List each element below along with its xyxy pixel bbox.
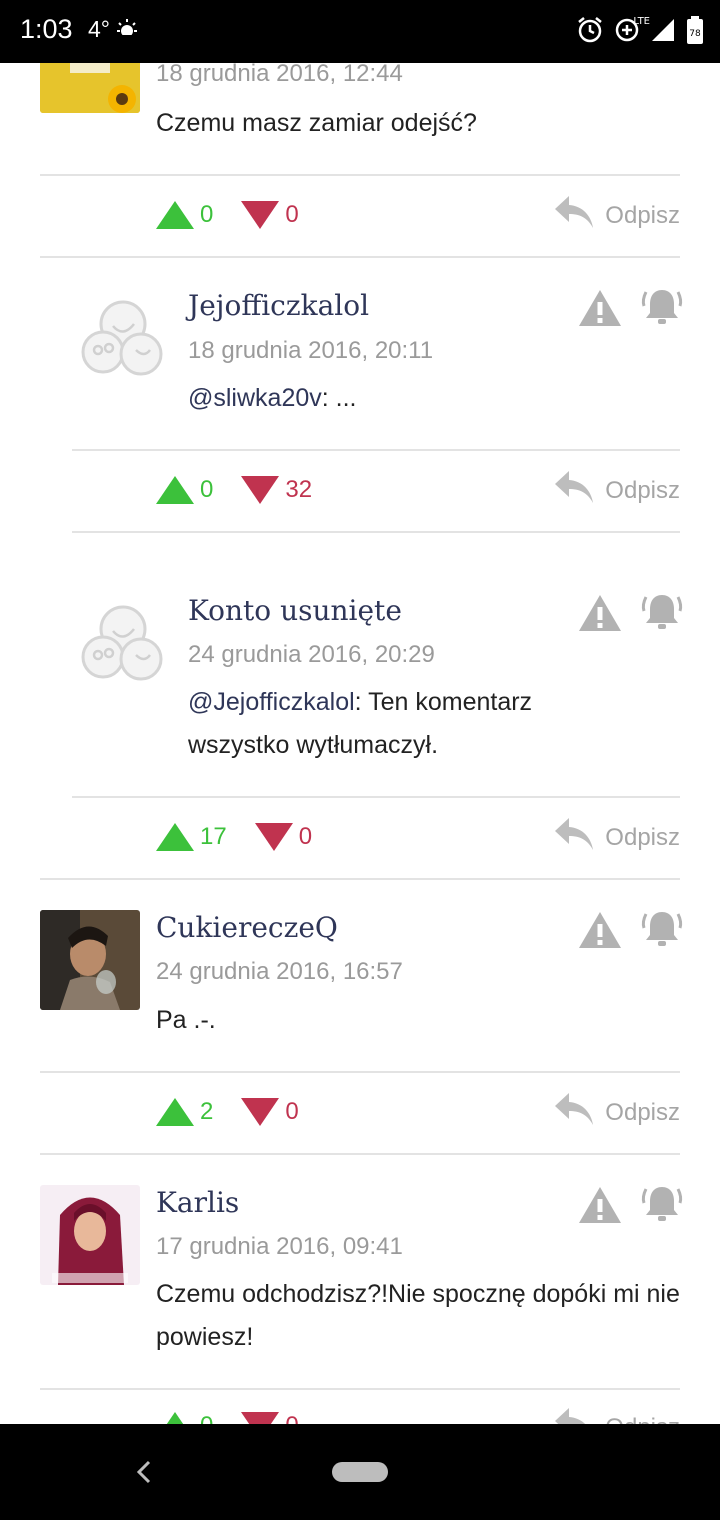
default-avatar-icon[interactable] (78, 298, 168, 388)
divider (40, 878, 680, 880)
reply-label: Odpisz (605, 476, 680, 504)
divider (40, 1071, 680, 1073)
comment-text: @sliwka20v: ... (188, 377, 688, 420)
report-warning-icon[interactable] (578, 593, 622, 633)
upvote-count: 17 (200, 823, 227, 850)
vote-bar: 0 32 (156, 476, 312, 504)
downvote-count: 0 (298, 823, 313, 850)
downvote-count: 0 (285, 201, 299, 228)
reply-button[interactable]: Odpisz (553, 469, 680, 512)
comment-text: Czemu odchodzisz?!Nie spocznę dopóki mi … (156, 1280, 680, 1351)
comment-date: 24 grudnia 2016, 20:29 (188, 641, 435, 668)
notification-bell-icon[interactable] (640, 908, 684, 948)
downvote-icon[interactable] (241, 476, 280, 504)
vote-bar: 17 0 (156, 823, 312, 851)
report-warning-icon[interactable] (578, 910, 622, 950)
reply-button[interactable]: Odpisz (553, 194, 680, 237)
reply-label: Odpisz (605, 823, 680, 851)
weather-sun-icon (114, 18, 140, 47)
divider (40, 174, 680, 176)
data-saver-icon (614, 17, 640, 48)
comment-username[interactable]: Konto usunięte (188, 594, 402, 627)
vote-bar: 0 0 (156, 201, 299, 229)
divider (40, 1153, 680, 1155)
navigation-bar (0, 1424, 720, 1520)
downvote-count: 0 (285, 1098, 299, 1125)
default-avatar-icon[interactable] (78, 603, 168, 693)
comment-text-rest: : ... (321, 384, 357, 412)
reply-button[interactable]: Odpisz (553, 1091, 680, 1134)
comment-text: @Jejofficzkalol: Ten komentarz wszystko … (188, 681, 608, 767)
notification-bell-icon[interactable] (640, 1183, 684, 1223)
comment-username[interactable]: Karlis (156, 1186, 239, 1219)
status-temperature: 4° (88, 16, 110, 42)
avatar[interactable] (40, 910, 140, 1010)
reply-icon (553, 194, 595, 237)
upvote-count: 0 (200, 476, 214, 503)
reply-icon (553, 1091, 595, 1134)
reply-button[interactable]: Odpisz (553, 816, 680, 859)
status-bar: 1:03 4° LTE 78 (0, 0, 720, 63)
status-time: 1:03 (20, 14, 73, 44)
battery-icon: 78 (686, 15, 704, 49)
divider (40, 1388, 680, 1390)
upvote-count: 0 (200, 201, 214, 228)
report-warning-icon[interactable] (578, 288, 622, 328)
comment-date: 18 grudnia 2016, 20:11 (188, 337, 434, 364)
notification-bell-icon[interactable] (640, 591, 684, 631)
comment-date: 24 grudnia 2016, 16:57 (156, 958, 403, 985)
reply-icon (553, 816, 595, 859)
comment-date: 18 grudnia 2016, 12:44 (156, 60, 403, 87)
vote-bar: 2 0 (156, 1098, 299, 1126)
upvote-icon[interactable] (156, 476, 194, 504)
report-warning-icon[interactable] (578, 1185, 622, 1225)
downvote-icon[interactable] (241, 201, 280, 229)
mention-link[interactable]: @Jejofficzkalol (188, 688, 355, 716)
notification-bell-icon[interactable] (640, 286, 684, 326)
comment-text: Pa .-. (156, 1006, 216, 1034)
alarm-icon (576, 16, 604, 49)
downvote-icon[interactable] (254, 823, 293, 851)
svg-text:78: 78 (689, 29, 701, 39)
mention-link[interactable]: @sliwka20v (188, 384, 322, 412)
comment-text: Czemu masz zamiar odejść? (156, 109, 477, 137)
comment-date: 17 grudnia 2016, 09:41 (156, 1233, 403, 1260)
back-icon[interactable] (134, 1460, 154, 1489)
comment-username[interactable]: Jejofficzkalol (188, 289, 369, 322)
upvote-icon[interactable] (156, 201, 194, 229)
upvote-icon[interactable] (156, 1098, 194, 1126)
divider (72, 796, 680, 798)
home-pill-icon[interactable] (332, 1462, 388, 1487)
downvote-icon[interactable] (241, 1098, 280, 1126)
downvote-count: 32 (285, 476, 313, 503)
signal-icon (650, 17, 676, 48)
upvote-icon[interactable] (156, 823, 194, 851)
upvote-count: 2 (200, 1098, 214, 1125)
divider (72, 531, 680, 533)
reply-label: Odpisz (605, 1098, 680, 1126)
reply-icon (553, 469, 595, 512)
avatar[interactable] (40, 1185, 140, 1285)
reply-label: Odpisz (605, 201, 680, 229)
divider (40, 256, 680, 258)
divider (72, 449, 680, 451)
comment-username[interactable]: CukiereczeQ (156, 911, 338, 944)
